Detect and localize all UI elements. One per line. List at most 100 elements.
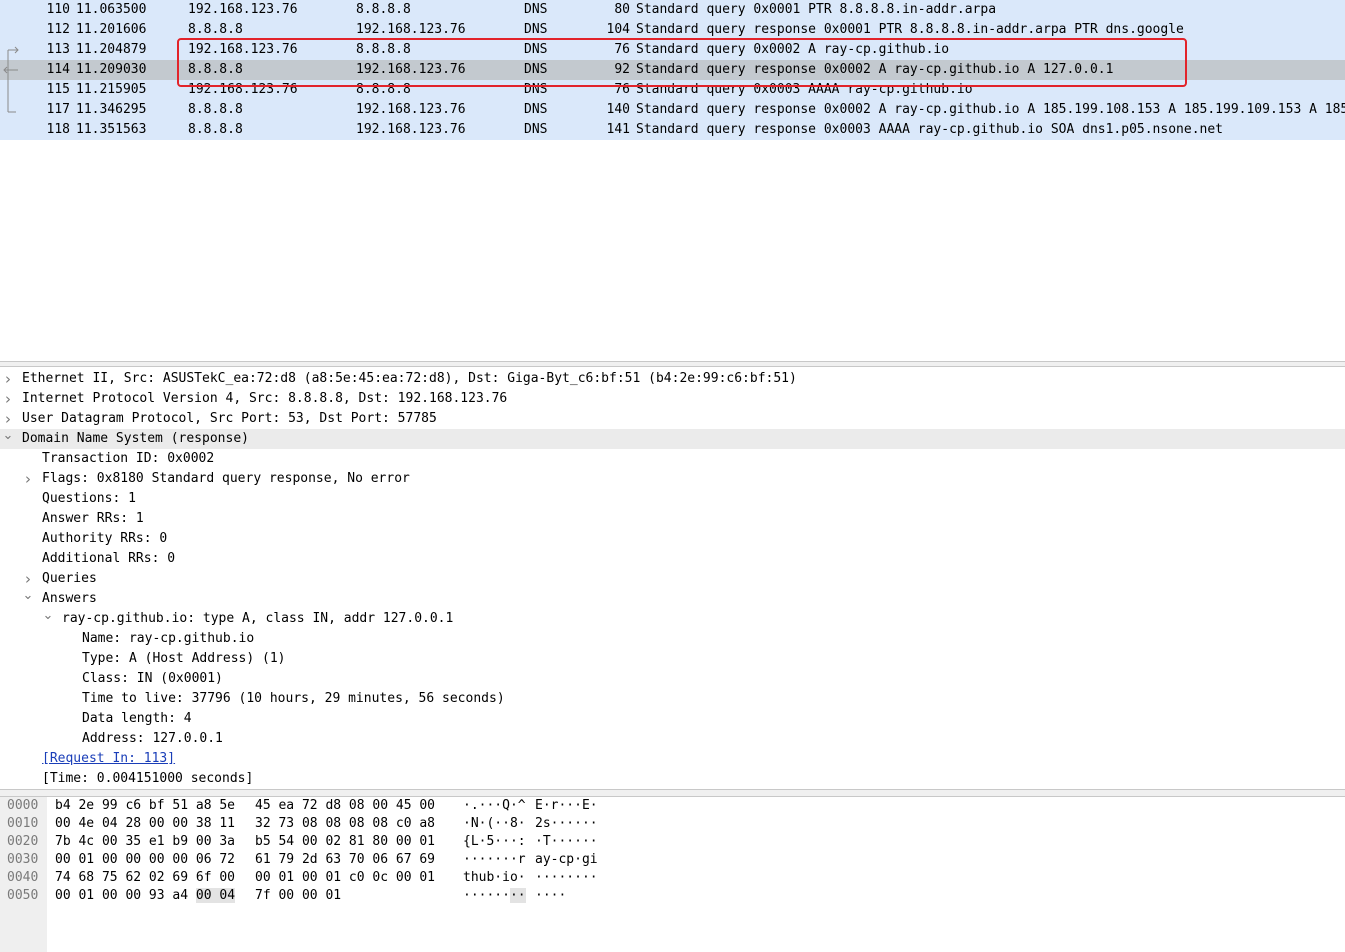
tree-item[interactable]: Transaction ID: 0x0002 xyxy=(0,449,1345,469)
byte-offset: 0010 xyxy=(7,816,39,831)
packet-source: 8.8.8.8 xyxy=(188,62,243,77)
tree-item[interactable]: Class: IN (0x0001) xyxy=(0,669,1345,689)
packet-row[interactable]: 113 11.204879 192.168.123.76 8.8.8.8 DNS 76 St… xyxy=(0,40,1345,60)
packet-time: 11.201606 xyxy=(76,22,147,37)
ascii-bytes[interactable]: ·······r xyxy=(463,851,526,869)
packet-destination: 8.8.8.8 xyxy=(356,42,411,57)
tree-item-label: Time to live: 37796 (10 hours, 29 minute… xyxy=(82,691,505,706)
ascii-bytes[interactable]: ········ xyxy=(463,887,526,905)
tree-item[interactable]: [Time: 0.004151000 seconds] xyxy=(0,769,1345,789)
packet-destination: 192.168.123.76 xyxy=(356,22,466,37)
tree-item[interactable]: ⌄ Answers xyxy=(0,589,1345,609)
packet-source: 192.168.123.76 xyxy=(188,42,298,57)
selected-field-ascii: ·· xyxy=(509,888,526,903)
chevron-right-icon[interactable]: › xyxy=(2,409,14,429)
tree-item[interactable]: [Request In: 113] xyxy=(0,749,1345,769)
packet-source: 8.8.8.8 xyxy=(188,22,243,37)
ascii-bytes[interactable]: ·.···Q·^ xyxy=(463,797,526,815)
ascii-bytes[interactable]: ···· xyxy=(535,887,566,905)
pane-splitter-top[interactable] xyxy=(0,361,1345,367)
hex-bytes[interactable]: 00 4e 04 28 00 00 38 11 xyxy=(55,815,235,833)
tree-item[interactable]: › Flags: 0x8180 Standard query response, … xyxy=(0,469,1345,489)
packet-protocol: DNS xyxy=(524,2,548,17)
tree-item[interactable]: ⌄ Domain Name System (response) xyxy=(0,429,1345,449)
packet-source: 192.168.123.76 xyxy=(188,2,298,17)
packet-details-tree[interactable]: › Ethernet II, Src: ASUSTekC_ea:72:d8 (a8… xyxy=(0,369,1345,789)
ascii-bytes[interactable]: ·N·(··8· xyxy=(463,815,526,833)
ascii-bytes[interactable]: ·T······ xyxy=(535,833,598,851)
tree-item[interactable]: Authority RRs: 0 xyxy=(0,529,1345,549)
packet-info: Standard query 0x0001 PTR 8.8.8.8.in-add… xyxy=(636,2,997,17)
ascii-bytes[interactable]: thub·io· xyxy=(463,869,526,887)
byte-offset: 0020 xyxy=(7,834,39,849)
ascii-bytes[interactable]: E·r···E· xyxy=(535,797,598,815)
packet-row[interactable]: 115 11.215905 192.168.123.76 8.8.8.8 DNS 76 St… xyxy=(0,80,1345,100)
tree-item[interactable]: Additional RRs: 0 xyxy=(0,549,1345,569)
hex-bytes[interactable]: b4 2e 99 c6 bf 51 a8 5e xyxy=(55,797,235,815)
tree-item[interactable]: Questions: 1 xyxy=(0,489,1345,509)
packet-time: 11.346295 xyxy=(76,102,147,117)
tree-item[interactable]: ⌄ ray-cp.github.io: type A, class IN, add… xyxy=(0,609,1345,629)
hex-bytes[interactable]: 7f 00 00 01 xyxy=(255,887,341,905)
packet-source: 8.8.8.8 xyxy=(188,122,243,137)
packet-time: 11.063500 xyxy=(76,2,147,17)
chevron-down-icon[interactable]: ⌄ xyxy=(22,589,34,609)
packet-info: Standard query response 0x0003 AAAA ray-… xyxy=(636,122,1223,137)
hex-bytes[interactable]: 7b 4c 00 35 e1 b9 00 3a xyxy=(55,833,235,851)
packet-source: 192.168.123.76 xyxy=(188,82,298,97)
packet-number: 114 xyxy=(46,62,70,77)
tree-item-label: Domain Name System (response) xyxy=(22,431,249,446)
ascii-bytes[interactable]: {L·5···: xyxy=(463,833,526,851)
packet-list[interactable]: 110 11.063500 192.168.123.76 8.8.8.8 DNS 80 St… xyxy=(0,0,1345,361)
tree-item[interactable]: › User Datagram Protocol, Src Port: 53, D… xyxy=(0,409,1345,429)
hex-bytes[interactable]: 74 68 75 62 02 69 6f 00 xyxy=(55,869,235,887)
tree-item-label: Answers xyxy=(42,591,97,606)
chevron-right-icon[interactable]: › xyxy=(22,469,34,489)
packet-length: 76 xyxy=(614,82,630,97)
tree-item-label: Answer RRs: 1 xyxy=(42,511,144,526)
packet-protocol: DNS xyxy=(524,22,548,37)
packet-bytes-pane[interactable]: 0000 b4 2e 99 c6 bf 51 a8 5e 45 ea 72 d8 0… xyxy=(0,797,1345,952)
pane-splitter-bottom[interactable] xyxy=(0,789,1345,797)
hex-bytes[interactable]: 00 01 00 00 93 a4 00 04 xyxy=(55,887,236,905)
packet-row[interactable]: 118 11.351563 8.8.8.8 192.168.123.76 DNS 141 S… xyxy=(0,120,1345,140)
packet-row[interactable]: 112 11.201606 8.8.8.8 192.168.123.76 DNS 104 S… xyxy=(0,20,1345,40)
tree-item[interactable]: Time to live: 37796 (10 hours, 29 minute… xyxy=(0,689,1345,709)
ascii-bytes[interactable]: ········ xyxy=(535,869,598,887)
hex-bytes[interactable]: 61 79 2d 63 70 06 67 69 xyxy=(255,851,435,869)
packet-length: 92 xyxy=(614,62,630,77)
tree-item-label: Type: A (Host Address) (1) xyxy=(82,651,286,666)
ascii-bytes[interactable]: ay-cp·gi xyxy=(535,851,598,869)
packet-destination: 192.168.123.76 xyxy=(356,102,466,117)
tree-item[interactable]: Name: ray-cp.github.io xyxy=(0,629,1345,649)
packet-number: 113 xyxy=(46,42,70,57)
hex-bytes[interactable]: b5 54 00 02 81 80 00 01 xyxy=(255,833,435,851)
tree-item[interactable]: Address: 127.0.0.1 xyxy=(0,729,1345,749)
hex-bytes[interactable]: 32 73 08 08 08 08 c0 a8 xyxy=(255,815,435,833)
packet-row[interactable]: 117 11.346295 8.8.8.8 192.168.123.76 DNS 140 S… xyxy=(0,100,1345,120)
request-in-link[interactable]: [Request In: 113] xyxy=(42,749,175,769)
ascii-bytes[interactable]: 2s······ xyxy=(535,815,598,833)
packet-row[interactable]: 114 11.209030 8.8.8.8 192.168.123.76 DNS 92 St… xyxy=(0,60,1345,80)
tree-item[interactable]: › Ethernet II, Src: ASUSTekC_ea:72:d8 (a8… xyxy=(0,369,1345,389)
tree-item[interactable]: › Queries xyxy=(0,569,1345,589)
tree-item[interactable]: Answer RRs: 1 xyxy=(0,509,1345,529)
hex-bytes[interactable]: 45 ea 72 d8 08 00 45 00 xyxy=(255,797,435,815)
chevron-down-icon[interactable]: ⌄ xyxy=(42,609,54,629)
tree-item[interactable]: Type: A (Host Address) (1) xyxy=(0,649,1345,669)
tree-item-label: Additional RRs: 0 xyxy=(42,551,176,566)
chevron-right-icon[interactable]: › xyxy=(2,369,14,389)
chevron-right-icon[interactable]: › xyxy=(22,569,34,589)
packet-time: 11.351563 xyxy=(76,122,147,137)
tree-item-label: User Datagram Protocol, Src Port: 53, Ds… xyxy=(22,411,437,426)
packet-protocol: DNS xyxy=(524,82,548,97)
chevron-right-icon[interactable]: › xyxy=(2,389,14,409)
byte-offset: 0030 xyxy=(7,852,39,867)
hex-bytes[interactable]: 00 01 00 01 c0 0c 00 01 xyxy=(255,869,435,887)
packet-row[interactable]: 110 11.063500 192.168.123.76 8.8.8.8 DNS 80 St… xyxy=(0,0,1345,20)
tree-item[interactable]: Data length: 4 xyxy=(0,709,1345,729)
tree-item-label: Questions: 1 xyxy=(42,491,136,506)
chevron-down-icon[interactable]: ⌄ xyxy=(2,429,14,449)
tree-item[interactable]: › Internet Protocol Version 4, Src: 8.8.8… xyxy=(0,389,1345,409)
hex-bytes[interactable]: 00 01 00 00 00 00 06 72 xyxy=(55,851,235,869)
